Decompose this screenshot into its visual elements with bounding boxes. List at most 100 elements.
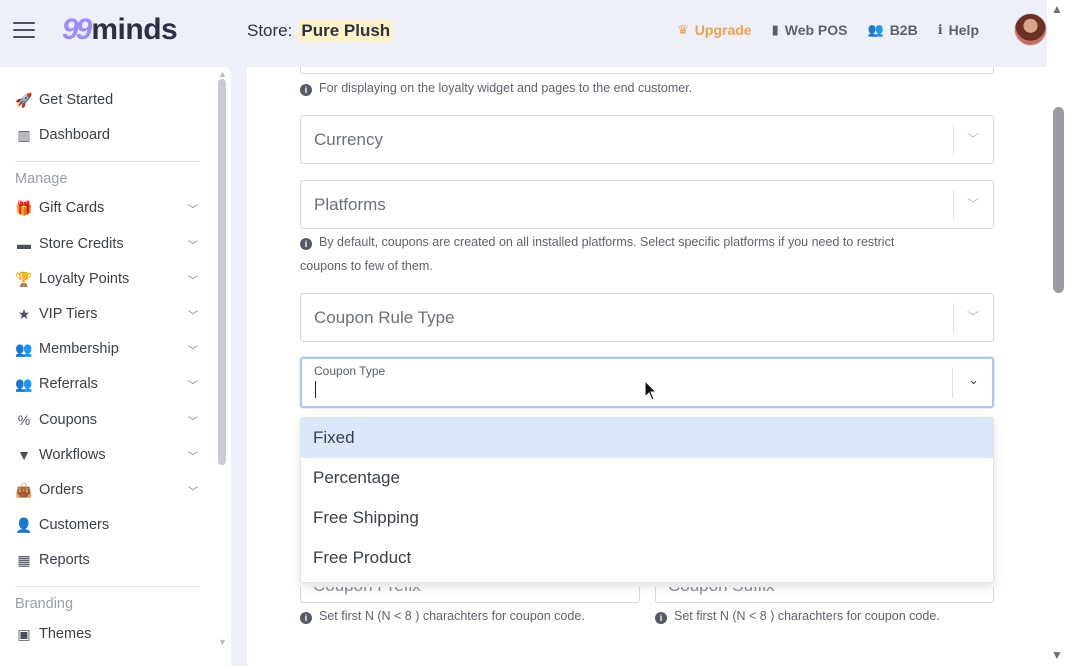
- sidebar-item-label: Dashboard: [39, 127, 110, 143]
- sidebar-item-reports[interactable]: ▦ Reports: [15, 548, 200, 572]
- user-group-icon: 👥: [15, 375, 33, 392]
- sidebar-item-label: Workflows: [39, 447, 106, 463]
- sidebar-item-get-started[interactable]: 🚀 Get Started: [15, 88, 200, 112]
- coupon-rule-type-select[interactable]: Coupon Rule Type ﹀: [300, 293, 994, 342]
- chevron-down-icon[interactable]: ⌄: [968, 372, 979, 388]
- sidebar-item-themes[interactable]: ▣ Themes: [15, 622, 200, 646]
- platforms-select[interactable]: Platforms ﹀: [300, 180, 994, 229]
- sidebar-item-label: Referrals: [39, 376, 98, 392]
- sidebar-item-membership[interactable]: 👥 Membership ﹀: [15, 337, 200, 361]
- web-pos-label: Web POS: [784, 22, 848, 38]
- sidebar-divider: [15, 161, 200, 162]
- b2b-label: B2B: [889, 22, 918, 38]
- table-icon: ▦: [17, 551, 31, 568]
- sidebar: ▲ ▼ 🚀 Get Started ▥ Dashboard Manage 🎁 G…: [0, 67, 231, 666]
- sidebar-item-referrals[interactable]: 👥 Referrals ﹀: [15, 372, 200, 396]
- sidebar-divider: [15, 586, 200, 587]
- crown-icon: ♛: [677, 22, 689, 37]
- sidebar-scroll-up-icon[interactable]: ▲: [218, 69, 227, 79]
- sidebar-item-label: VIP Tiers: [39, 306, 98, 322]
- name-field[interactable]: [300, 67, 994, 74]
- section-label-branding: Branding: [15, 596, 74, 612]
- upgrade-button[interactable]: ♛ Upgrade: [677, 22, 751, 38]
- chevron-down-icon[interactable]: ﹀: [967, 308, 979, 325]
- currency-label: Currency: [314, 130, 383, 149]
- sidebar-item-coupons[interactable]: % Coupons ﹀: [15, 408, 200, 432]
- hamburger-menu-icon[interactable]: [13, 22, 35, 38]
- sidebar-item-label: Orders: [39, 482, 84, 498]
- scrollbar-thumb[interactable]: [1053, 107, 1064, 293]
- option-percentage[interactable]: Percentage: [301, 458, 993, 498]
- coupon-rule-type-label: Coupon Rule Type: [314, 308, 455, 327]
- chevron-down-icon: ﹀: [188, 311, 198, 322]
- mouse-icon: ▮: [771, 22, 779, 37]
- sidebar-item-label: Gift Cards: [39, 200, 105, 216]
- page-scrollbar[interactable]: ▲ ▼: [1047, 0, 1085, 666]
- name-hint: i For displaying on the loyalty widget an…: [300, 76, 692, 100]
- chevron-down-icon: ﹀: [188, 381, 198, 392]
- coupon-form: i For displaying on the loyalty widget an…: [247, 67, 1047, 666]
- option-free-shipping[interactable]: Free Shipping: [301, 498, 993, 538]
- select-separator: [953, 303, 954, 333]
- sidebar-item-vip-tiers[interactable]: ★ VIP Tiers ﹀: [15, 302, 200, 326]
- chevron-down-icon: ﹀: [188, 276, 198, 287]
- upgrade-label: Upgrade: [694, 22, 752, 38]
- suffix-hint: i Set first N (N < 8 ) charachters for co…: [655, 604, 940, 628]
- sidebar-item-label: Coupons: [39, 412, 98, 428]
- sidebar-item-label: Get Started: [39, 92, 114, 108]
- help-button[interactable]: ℹ Help: [938, 22, 979, 38]
- currency-select[interactable]: Currency ﹀: [300, 115, 994, 164]
- coupon-type-label: Coupon Type: [314, 364, 386, 378]
- user-avatar[interactable]: [1014, 13, 1047, 46]
- option-free-product[interactable]: Free Product: [301, 538, 993, 578]
- app-logo[interactable]: 99 minds: [62, 13, 178, 47]
- help-label: Help: [948, 22, 979, 38]
- sidebar-item-label: Customers: [39, 517, 110, 533]
- user-icon: 👤: [15, 516, 33, 533]
- sidebar-item-store-credits[interactable]: ▬ Store Credits ﹀: [15, 232, 200, 256]
- star-icon: ★: [17, 305, 31, 322]
- coupon-prefix-label: Coupon Prefix: [313, 587, 421, 596]
- b2b-button[interactable]: 👥 B2B: [868, 22, 918, 38]
- store-indicator: Store: Pure Plush: [247, 20, 394, 42]
- sidebar-item-label: Themes: [39, 626, 92, 642]
- web-pos-button[interactable]: ▮ Web POS: [772, 22, 848, 38]
- section-label-manage: Manage: [15, 171, 68, 187]
- coupon-prefix-field[interactable]: Coupon Prefix: [300, 587, 640, 603]
- wallet-icon: ▬: [17, 236, 31, 252]
- option-fixed[interactable]: Fixed: [301, 418, 993, 458]
- platforms-label: Platforms: [314, 195, 386, 214]
- sidebar-item-loyalty-points[interactable]: 🏆 Loyalty Points ﹀: [15, 267, 200, 291]
- trophy-icon: 🏆: [15, 270, 33, 287]
- sidebar-item-orders[interactable]: 👜 Orders ﹀: [15, 478, 200, 502]
- chevron-down-icon[interactable]: ﹀: [967, 195, 979, 212]
- chevron-down-icon: ﹀: [188, 417, 198, 428]
- chevron-down-icon[interactable]: ﹀: [967, 130, 979, 147]
- chart-icon: ▥: [17, 126, 31, 143]
- sidebar-item-customers[interactable]: 👤 Customers: [15, 513, 200, 537]
- sidebar-scroll-down-icon[interactable]: ▼: [218, 637, 227, 647]
- coupon-suffix-field[interactable]: Coupon Suffix: [655, 587, 994, 603]
- sidebar-scrollbar[interactable]: [218, 79, 226, 465]
- logo-mark: 99: [62, 13, 92, 46]
- text-caret: [315, 381, 316, 398]
- sidebar-item-label: Store Credits: [39, 236, 124, 252]
- chevron-down-icon: ﹀: [188, 241, 198, 252]
- users-icon: 👥: [15, 340, 33, 357]
- chevron-down-icon: ﹀: [188, 487, 198, 498]
- sidebar-item-label: Reports: [39, 552, 90, 568]
- info-icon: ℹ: [937, 22, 943, 37]
- sidebar-item-dashboard[interactable]: ▥ Dashboard: [15, 123, 200, 147]
- scroll-down-icon[interactable]: ▼: [1051, 648, 1063, 662]
- gift-icon: 🎁: [15, 199, 33, 216]
- sidebar-item-workflows[interactable]: ▼ Workflows ﹀: [15, 443, 200, 467]
- platforms-hint: i By default, coupons are created on all …: [300, 235, 895, 273]
- users-icon: 👥: [867, 22, 884, 37]
- coupon-type-dropdown: Fixed Percentage Free Shipping Free Prod…: [300, 417, 994, 583]
- select-separator: [952, 368, 953, 398]
- scroll-up-icon[interactable]: ▲: [1051, 2, 1063, 16]
- info-icon: i: [300, 612, 312, 624]
- sidebar-item-gift-cards[interactable]: 🎁 Gift Cards ﹀: [15, 196, 200, 220]
- top-bar: 99 minds Store: Pure Plush ♛ Upgrade ▮ W…: [0, 0, 1047, 64]
- percent-icon: %: [17, 412, 31, 428]
